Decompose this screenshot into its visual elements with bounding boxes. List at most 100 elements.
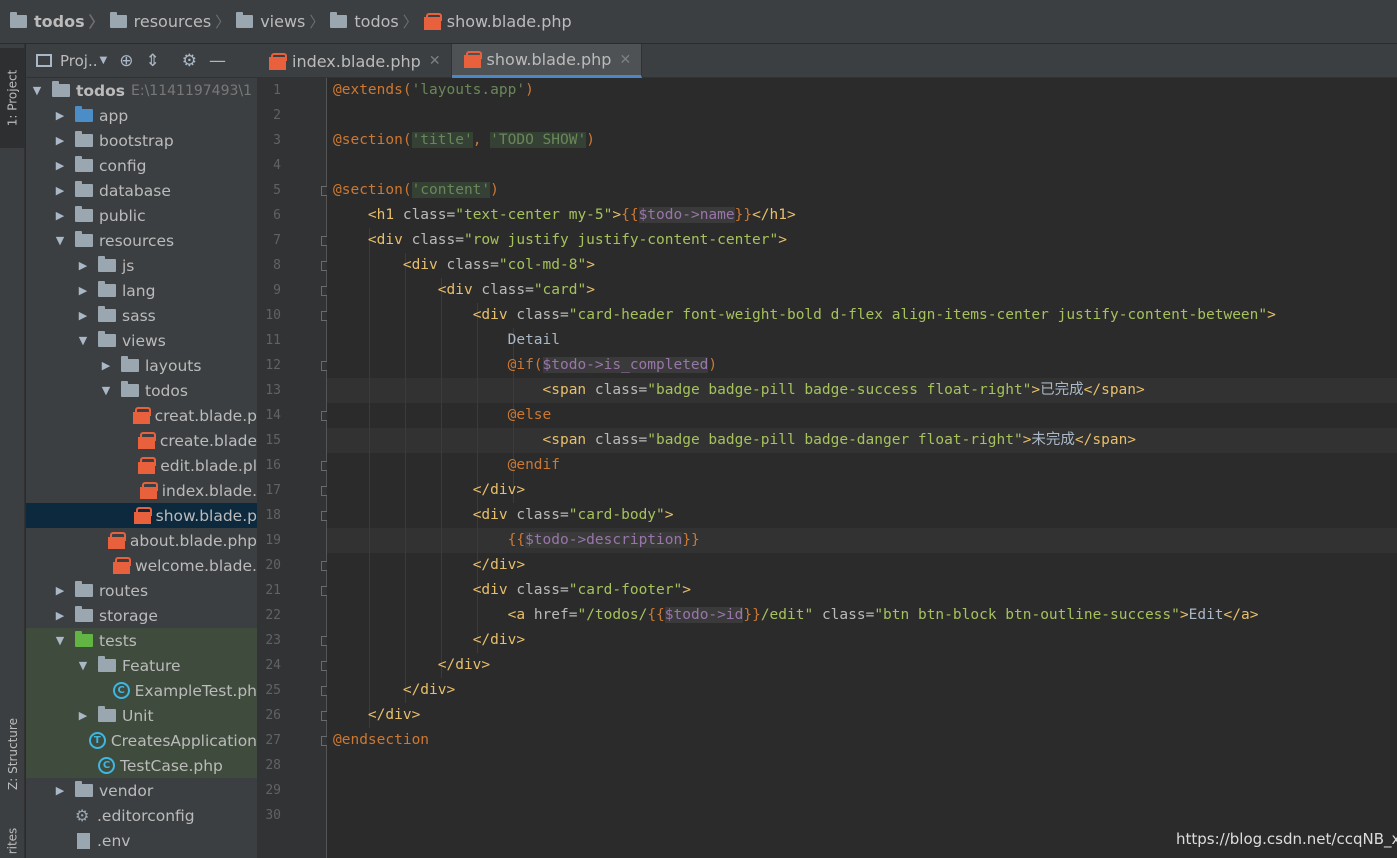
line-number: 8 <box>273 258 281 273</box>
tree-item[interactable]: ▶ app <box>26 103 257 128</box>
code-token: 已完成 <box>1040 382 1084 398</box>
chevron-right-icon[interactable]: ▶ <box>76 709 90 722</box>
code-token: class= <box>594 382 648 398</box>
tree-item[interactable]: welcome.blade. <box>26 553 257 578</box>
code-token: $todo->is_completed <box>542 357 709 373</box>
code-token: $todo-> <box>638 207 700 223</box>
tree-item[interactable]: ▶ vendor <box>26 778 257 803</box>
code-line: <a href="/todos/{{$todo->id}}/edit" clas… <box>327 603 1397 628</box>
tree-item[interactable]: ▶ storage <box>26 603 257 628</box>
tree-item-label: views <box>122 331 166 350</box>
tree-item[interactable]: ▼ views <box>26 328 257 353</box>
line-number: 5 <box>273 183 281 198</box>
tab-label: show.blade.php <box>486 50 612 69</box>
tree-item[interactable]: creat.blade.p <box>26 403 257 428</box>
chevron-right-icon[interactable]: ▶ <box>53 159 67 172</box>
tree-item-label: app <box>99 106 129 125</box>
chevron-down-icon[interactable]: ▼ <box>99 384 113 397</box>
chevron-right-icon[interactable]: ▶ <box>76 284 90 297</box>
project-view-dropdown[interactable]: Proj.. <box>60 52 98 70</box>
tree-item[interactable]: ▶ public <box>26 203 257 228</box>
chevron-down-icon[interactable]: ▼ <box>53 234 67 247</box>
code-line: <div class="card-footer"> <box>327 578 1397 603</box>
code-line: @section('content') <box>327 178 1397 203</box>
tree-item[interactable]: ▶ config <box>26 153 257 178</box>
chevron-right-icon[interactable]: ▶ <box>53 184 67 197</box>
tree-item[interactable]: about.blade.php <box>26 528 257 553</box>
code-editor[interactable]: @extends('layouts.app') @section('title',… <box>327 78 1397 858</box>
tree-item[interactable]: ▼ resources <box>26 228 257 253</box>
tree-item[interactable]: C ExampleTest.ph <box>26 678 257 703</box>
tree-item[interactable]: ▶ bootstrap <box>26 128 257 153</box>
folder-icon <box>98 281 116 297</box>
favorites-tool-tab[interactable]: rites <box>0 824 25 858</box>
breadcrumb-item-todos-root[interactable]: todos 〉 <box>10 0 110 44</box>
chevron-down-icon[interactable]: ▼ <box>100 55 108 66</box>
line-number: 12 <box>265 358 281 373</box>
breadcrumb-item-file[interactable]: show.blade.php <box>423 0 572 44</box>
tree-item[interactable]: ▶ database <box>26 178 257 203</box>
chevron-right-icon[interactable]: ▶ <box>53 584 67 597</box>
code-token: $todo->id <box>664 607 744 623</box>
tree-item-label: storage <box>99 606 158 625</box>
breadcrumb-item-views[interactable]: views 〉 <box>236 0 330 44</box>
close-icon[interactable]: ✕ <box>619 52 631 68</box>
code-token: <div <box>472 582 517 598</box>
chevron-down-icon[interactable]: ▼ <box>76 334 90 347</box>
line-number: 16 <box>265 458 281 473</box>
tree-item[interactable]: ⚙ .editorconfig <box>26 803 257 828</box>
breadcrumb-item-todos[interactable]: todos 〉 <box>330 0 423 44</box>
code-token: 'layouts.app' <box>411 82 526 98</box>
tree-item[interactable]: .env <box>26 828 257 853</box>
tree-item[interactable]: ▼ todos <box>26 378 257 403</box>
chevron-right-icon[interactable]: ▶ <box>53 609 67 622</box>
tree-item[interactable]: show.blade.p <box>26 503 257 528</box>
code-token: </div> <box>472 632 526 648</box>
tree-item[interactable]: ▶ sass <box>26 303 257 328</box>
tree-root[interactable]: ▼ todos E:\1141197493\1 <box>26 78 257 103</box>
tree-item[interactable]: ▶ lang <box>26 278 257 303</box>
code-token: Edit <box>1188 607 1224 623</box>
tree-item[interactable]: C TestCase.php <box>26 753 257 778</box>
chevron-right-icon[interactable]: ▶ <box>53 209 67 222</box>
chevron-down-icon[interactable]: ▼ <box>76 659 90 672</box>
code-line: <div class="card-body"> <box>327 503 1397 528</box>
locate-icon[interactable]: ⊕ <box>119 51 133 71</box>
chevron-right-icon[interactable]: ▶ <box>53 134 67 147</box>
tree-item[interactable]: ▼ Feature <box>26 653 257 678</box>
chevron-right-icon[interactable]: ▶ <box>53 784 67 797</box>
line-number: 20 <box>265 558 281 573</box>
tree-item[interactable]: ▶ routes <box>26 578 257 603</box>
chevron-right-icon[interactable]: ▶ <box>99 359 113 372</box>
tree-item[interactable]: ▶ Unit <box>26 703 257 728</box>
tree-item[interactable]: edit.blade.pl <box>26 453 257 478</box>
gear-icon[interactable]: ⚙ <box>182 51 197 71</box>
editor-tab[interactable]: index.blade.php ✕ <box>257 44 452 78</box>
code-token: > <box>1267 307 1276 323</box>
chevron-right-icon[interactable]: ▶ <box>76 259 90 272</box>
structure-tool-tab[interactable]: Z: Structure <box>0 704 25 804</box>
hide-icon[interactable]: — <box>209 51 226 71</box>
tree-item[interactable]: index.blade. <box>26 478 257 503</box>
collapse-all-icon[interactable]: ⇕ <box>145 51 159 71</box>
chevron-right-icon[interactable]: ▶ <box>76 309 90 322</box>
tree-item[interactable]: ▶ layouts <box>26 353 257 378</box>
breadcrumb-item-resources[interactable]: resources 〉 <box>109 0 237 44</box>
code-token: class= <box>402 207 456 223</box>
tree-item[interactable]: ▼ tests <box>26 628 257 653</box>
chevron-down-icon[interactable]: ▼ <box>30 84 44 97</box>
folder-icon <box>98 256 116 272</box>
chevron-right-icon[interactable]: ▶ <box>53 109 67 122</box>
project-tool-tab[interactable]: 1: Project <box>0 48 25 148</box>
tree-item[interactable]: create.blade <box>26 428 257 453</box>
close-icon[interactable]: ✕ <box>429 53 441 69</box>
editor-tab[interactable]: show.blade.php ✕ <box>451 44 643 78</box>
line-number: 25 <box>265 683 281 698</box>
tree-item[interactable]: T CreatesApplication <box>26 728 257 753</box>
chevron-down-icon[interactable]: ▼ <box>53 634 67 647</box>
code-token: > <box>1179 607 1189 623</box>
tree-item[interactable]: ▶ js <box>26 253 257 278</box>
